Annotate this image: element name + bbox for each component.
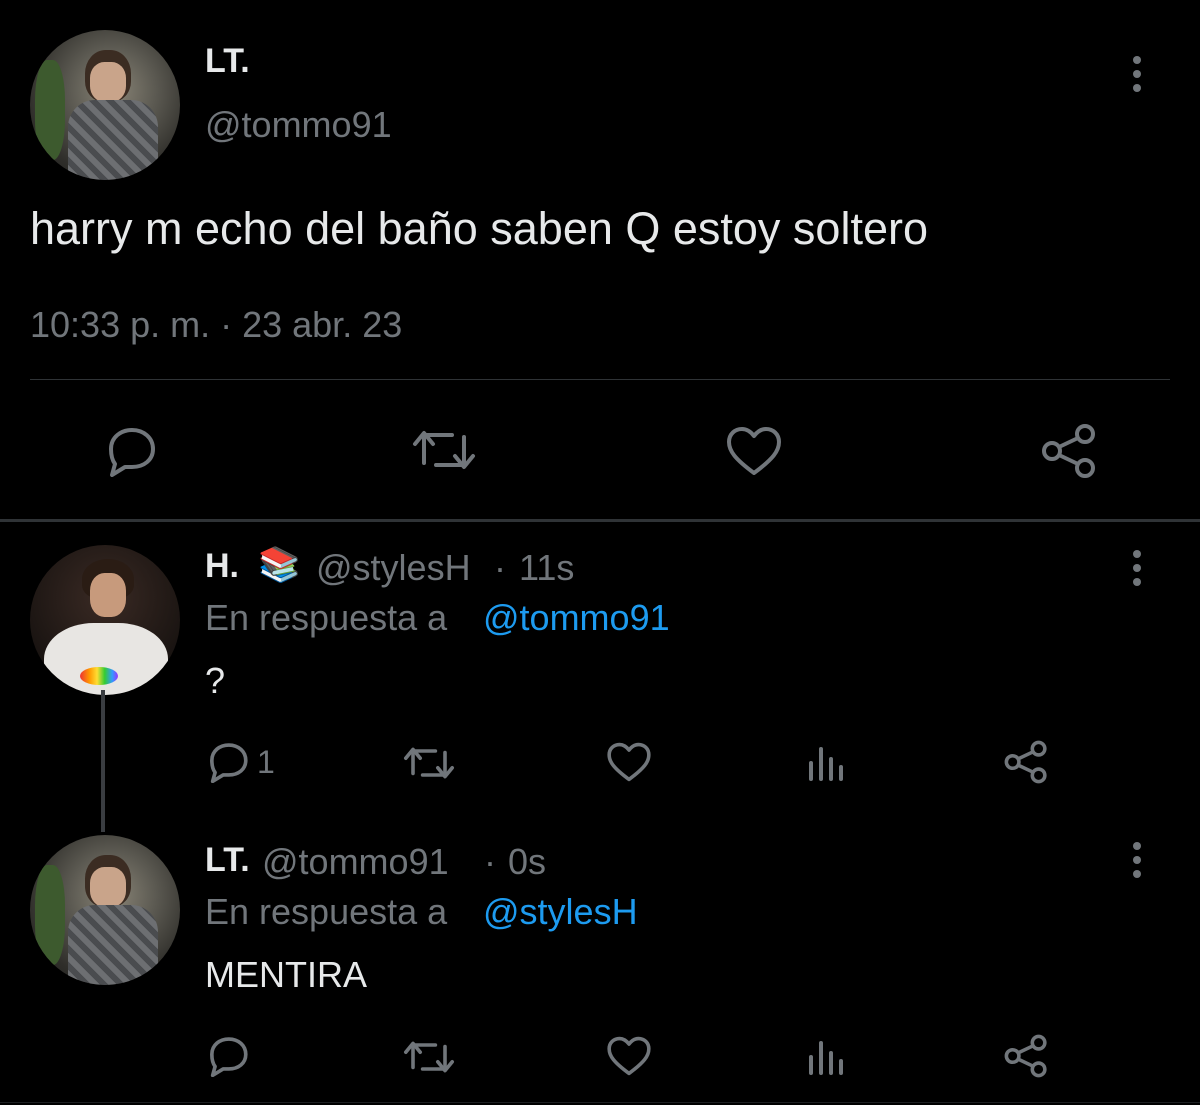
views-button[interactable] [806, 1037, 846, 1077]
more-options-icon[interactable] [1127, 546, 1147, 590]
main-tweet-timestamp[interactable]: 10:33 p. m. · 23 abr. 23 [30, 304, 402, 346]
share-icon [1004, 740, 1047, 784]
reply1-display-name[interactable]: H. [205, 547, 239, 586]
main-display-name[interactable]: LT. [205, 42, 250, 81]
retweet-icon [413, 431, 475, 469]
like-icon [607, 1036, 651, 1076]
reply-button[interactable]: 1 [205, 741, 275, 783]
share-button[interactable] [1003, 1034, 1049, 1078]
views-button[interactable] [806, 743, 846, 783]
like-button[interactable] [725, 425, 783, 477]
thread-connector-line [101, 690, 105, 832]
reply-button[interactable] [205, 1035, 257, 1077]
reply2-display-name[interactable]: LT. [205, 841, 250, 880]
retweet-icon [403, 747, 454, 779]
reply1-handle[interactable]: @stylesH [316, 547, 471, 589]
retweet-button[interactable] [403, 1037, 455, 1077]
reply1-in-reply-mention[interactable]: @tommo91 [483, 597, 670, 639]
like-button[interactable] [606, 741, 652, 783]
reply2-text: MENTIRA [205, 954, 367, 995]
more-options-icon[interactable] [1127, 838, 1147, 882]
reply-icon [210, 743, 248, 783]
reply-count: 1 [257, 743, 275, 780]
reply1-time[interactable]: 11s [519, 547, 574, 589]
reply1-separator: · [494, 547, 506, 588]
reply1-in-reply-label: En respuesta a [205, 597, 448, 638]
reply-button[interactable] [103, 425, 159, 477]
reply-icon [210, 1037, 248, 1077]
views-icon [809, 747, 843, 781]
like-button[interactable] [606, 1035, 652, 1077]
retweet-icon [403, 1041, 454, 1073]
views-icon [809, 1041, 843, 1075]
more-options-icon[interactable] [1127, 52, 1147, 96]
reply2-handle[interactable]: @tommo91 [262, 841, 449, 883]
tweet-thread-page: LT. @tommo91 harry m echo del baño saben… [0, 0, 1200, 1105]
reply2-in-reply-mention[interactable]: @stylesH [483, 891, 638, 933]
retweet-button[interactable] [403, 743, 455, 783]
divider [0, 519, 1200, 522]
divider [0, 1102, 1200, 1103]
reply1-text: ? [205, 660, 226, 701]
reply2-separator: · [484, 841, 496, 882]
avatar-lt[interactable] [30, 835, 180, 985]
divider [30, 379, 1170, 380]
reply-icon [109, 428, 155, 477]
share-button[interactable] [1040, 423, 1098, 479]
reply2-in-reply-label: En respuesta a [205, 891, 448, 932]
avatar-h[interactable] [30, 545, 180, 695]
reply2-time[interactable]: 0s [508, 841, 546, 883]
like-icon [727, 427, 781, 475]
share-button[interactable] [1003, 740, 1049, 784]
share-icon [1004, 1034, 1047, 1078]
like-icon [607, 742, 651, 782]
main-tweet-text: harry m echo del baño saben Q estoy solt… [30, 203, 929, 254]
share-icon [1042, 424, 1095, 478]
main-handle[interactable]: @tommo91 [205, 104, 392, 146]
avatar-lt[interactable] [30, 30, 180, 180]
retweet-button[interactable] [412, 425, 476, 475]
book-badge-icon: 📚 [258, 546, 301, 584]
